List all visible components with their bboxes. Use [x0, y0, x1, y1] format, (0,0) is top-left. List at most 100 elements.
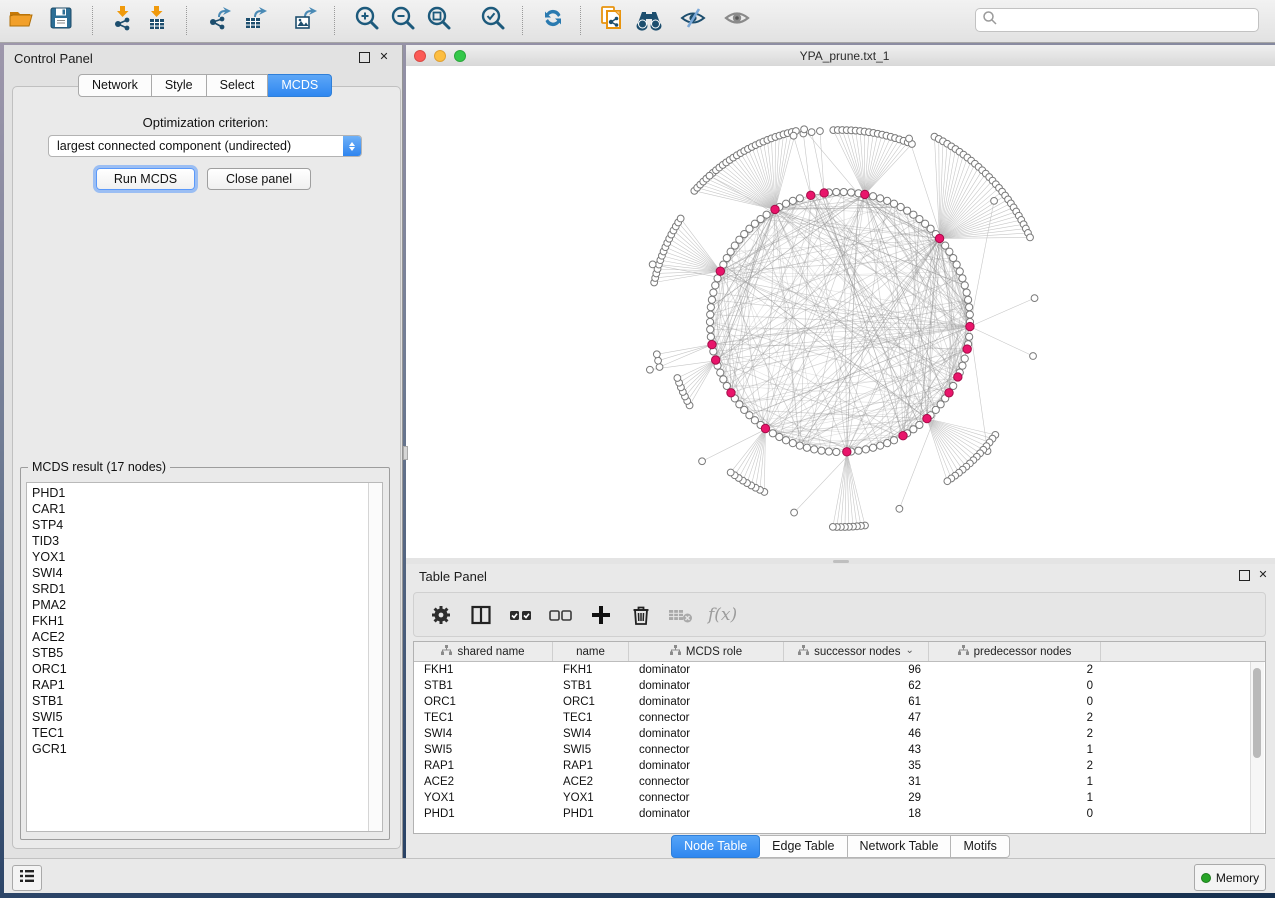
- export-network-button[interactable]: [204, 5, 234, 36]
- graph-leaf-node[interactable]: [727, 469, 734, 476]
- node-table[interactable]: shared namenameMCDS rolesuccessor nodes⌄…: [413, 641, 1266, 834]
- mcds-result-item[interactable]: STB5: [27, 645, 382, 661]
- graph-mcds-hub-node[interactable]: [861, 190, 869, 198]
- graph-node[interactable]: [884, 197, 891, 204]
- graph-node[interactable]: [833, 448, 840, 455]
- float-panel-icon[interactable]: [358, 51, 370, 63]
- graph-leaf-node[interactable]: [649, 261, 656, 268]
- graph-node[interactable]: [708, 296, 715, 303]
- criterion-select[interactable]: largest connected component (undirected): [48, 135, 362, 157]
- horizontal-splitter-handle[interactable]: [833, 560, 849, 563]
- graph-leaf-node[interactable]: [699, 458, 706, 465]
- graph-leaf-node[interactable]: [646, 366, 653, 373]
- graph-node[interactable]: [712, 282, 719, 289]
- graph-node[interactable]: [848, 189, 855, 196]
- graph-leaf-node[interactable]: [653, 351, 660, 358]
- mcds-result-item[interactable]: GCR1: [27, 741, 382, 757]
- graph-mcds-hub-node[interactable]: [966, 322, 974, 330]
- clone-network-button[interactable]: [596, 5, 626, 36]
- network-search-input[interactable]: [975, 8, 1259, 32]
- graph-node[interactable]: [818, 447, 825, 454]
- graph-mcds-hub-node[interactable]: [945, 389, 953, 397]
- refresh-button[interactable]: [538, 5, 568, 36]
- graph-leaf-node[interactable]: [706, 172, 713, 179]
- graph-node[interactable]: [707, 304, 714, 311]
- columns-icon[interactable]: [468, 602, 494, 628]
- graph-node[interactable]: [961, 282, 968, 289]
- graph-leaf-node[interactable]: [655, 357, 662, 364]
- select-all-icon[interactable]: [508, 602, 534, 628]
- tab-edge-table[interactable]: Edge Table: [760, 835, 847, 858]
- graph-node[interactable]: [825, 448, 832, 455]
- table-row[interactable]: SWI4SWI4dominator462: [414, 726, 1265, 742]
- graph-leaf-node[interactable]: [808, 129, 815, 136]
- graph-node[interactable]: [840, 188, 847, 195]
- maximize-window-icon[interactable]: [454, 50, 466, 62]
- task-history-button[interactable]: [12, 865, 42, 891]
- open-file-button[interactable]: [6, 5, 36, 36]
- tab-network-table[interactable]: Network Table: [848, 835, 952, 858]
- graph-node[interactable]: [707, 311, 714, 318]
- graph-node[interactable]: [789, 440, 796, 447]
- graph-leaf-node[interactable]: [829, 523, 836, 530]
- graph-node[interactable]: [959, 362, 966, 369]
- graph-node[interactable]: [710, 289, 717, 296]
- mcds-result-item[interactable]: ORC1: [27, 661, 382, 677]
- table-row[interactable]: FKH1FKH1dominator962: [414, 662, 1265, 678]
- save-button[interactable]: [46, 5, 76, 36]
- float-table-panel-icon[interactable]: [1238, 569, 1250, 581]
- mcds-result-item[interactable]: STP4: [27, 517, 382, 533]
- mcds-result-item[interactable]: TID3: [27, 533, 382, 549]
- zoom-selected-button[interactable]: [478, 5, 508, 36]
- mcds-list-scrollbar[interactable]: [368, 483, 382, 831]
- column-header-shared-name[interactable]: shared name: [414, 642, 553, 661]
- graph-node[interactable]: [811, 446, 818, 453]
- graph-mcds-hub-node[interactable]: [711, 356, 719, 364]
- mcds-result-item[interactable]: PMA2: [27, 597, 382, 613]
- graph-node[interactable]: [966, 333, 973, 340]
- table-row[interactable]: PHD1PHD1dominator180: [414, 806, 1265, 822]
- graph-node[interactable]: [789, 197, 796, 204]
- add-column-icon[interactable]: [588, 602, 614, 628]
- graph-mcds-hub-node[interactable]: [708, 340, 716, 348]
- graph-node[interactable]: [717, 369, 724, 376]
- export-table-button[interactable]: [240, 5, 270, 36]
- table-row[interactable]: ORC1ORC1dominator610: [414, 694, 1265, 710]
- close-panel-icon[interactable]: ✕: [378, 50, 390, 62]
- graph-node[interactable]: [877, 442, 884, 449]
- network-view[interactable]: [406, 66, 1275, 558]
- hide-graphics-details-button[interactable]: [678, 5, 708, 36]
- tab-node-table[interactable]: Node Table: [671, 835, 760, 858]
- graph-leaf-node[interactable]: [801, 126, 808, 133]
- graph-node[interactable]: [966, 311, 973, 318]
- zoom-fit-button[interactable]: [424, 5, 454, 36]
- graph-leaf-node[interactable]: [1031, 295, 1038, 302]
- graph-leaf-node[interactable]: [896, 505, 903, 512]
- graph-node[interactable]: [966, 304, 973, 311]
- graph-leaf-node[interactable]: [790, 132, 797, 139]
- mcds-result-item[interactable]: YOX1: [27, 549, 382, 565]
- graph-leaf-node[interactable]: [656, 364, 663, 371]
- import-network-button[interactable]: [108, 5, 138, 36]
- graph-node[interactable]: [869, 193, 876, 200]
- graph-node[interactable]: [769, 430, 776, 437]
- graph-leaf-node[interactable]: [944, 478, 951, 485]
- graph-node[interactable]: [707, 326, 714, 333]
- graph-node[interactable]: [890, 200, 897, 207]
- graph-node[interactable]: [890, 437, 897, 444]
- graph-mcds-hub-node[interactable]: [954, 373, 962, 381]
- mcds-result-item[interactable]: STB1: [27, 693, 382, 709]
- zoom-in-button[interactable]: [352, 5, 382, 36]
- column-header-predecessor-nodes[interactable]: predecessor nodes: [929, 642, 1101, 661]
- search-network-button[interactable]: [634, 5, 664, 36]
- graph-node[interactable]: [884, 440, 891, 447]
- graph-node[interactable]: [707, 333, 714, 340]
- table-scrollbar[interactable]: [1250, 662, 1264, 834]
- graph-node[interactable]: [796, 195, 803, 202]
- graph-leaf-node[interactable]: [991, 197, 998, 204]
- table-row[interactable]: ACE2ACE2connector311: [414, 774, 1265, 790]
- graph-node[interactable]: [869, 444, 876, 451]
- graph-mcds-hub-node[interactable]: [820, 189, 828, 197]
- export-image-button[interactable]: [290, 5, 320, 36]
- graph-node[interactable]: [953, 261, 960, 268]
